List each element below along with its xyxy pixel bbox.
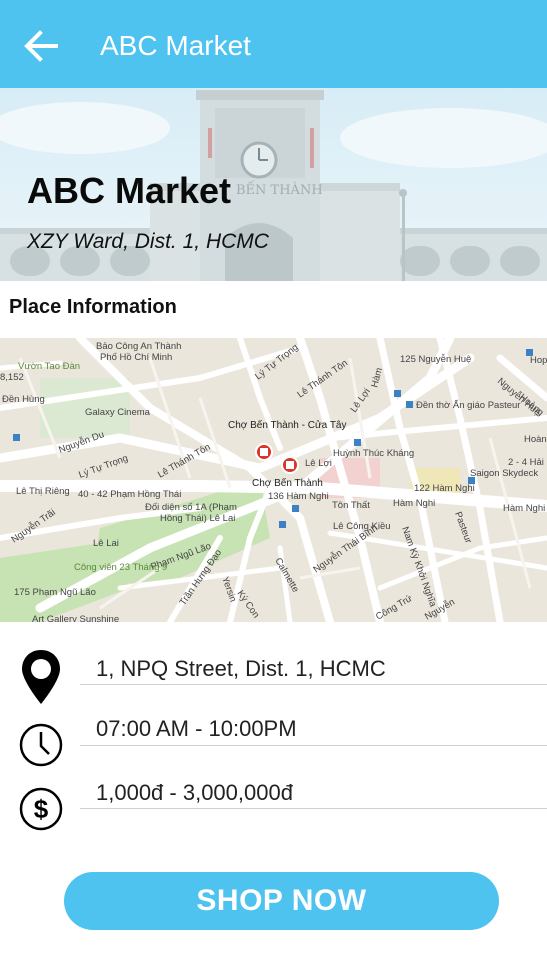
map-label: Art Gallery Sunshine: [32, 614, 119, 622]
map-label: Galaxy Cinema: [85, 407, 151, 418]
map-label: 175 Phạm Ngũ Lão: [14, 587, 96, 598]
place-address: XZY Ward, Dist. 1, HCMC: [27, 230, 269, 253]
price-row: $ 1,000đ - 3,000,000đ: [0, 764, 547, 831]
dollar-icon: $: [19, 787, 63, 831]
app-bar: ABC Market: [0, 0, 547, 88]
map-pin-icon: [22, 650, 60, 704]
divider: [80, 808, 547, 809]
map-marker-icon[interactable]: [281, 456, 299, 474]
hours-row: 07:00 AM - 10:00PM: [0, 702, 547, 767]
map-label: 125 Nguyễn Huệ: [400, 354, 471, 365]
hours-text: 07:00 AM - 10:00PM: [96, 716, 297, 741]
map-label: Ký Con: [235, 588, 262, 620]
map-label: 8,152: [0, 372, 24, 383]
map-label: Phố Hồ Chí Minh: [100, 352, 172, 363]
app-bar-title: ABC Market: [100, 30, 251, 61]
section-title: Place Information: [9, 296, 177, 318]
address-row: 1, NPQ Street, Dist. 1, HCMC: [0, 640, 547, 704]
svg-text:$: $: [34, 794, 49, 824]
map-label: Lê Lai: [93, 538, 119, 549]
back-button[interactable]: [22, 28, 60, 64]
map-label: Nguyễn Trãi: [9, 507, 57, 545]
map-label: Lý Tự Trọng: [77, 453, 129, 481]
price-text: 1,000đ - 3,000,000đ: [96, 780, 293, 805]
map-label: 122 Hàm Nghi: [414, 483, 475, 494]
map-label: Bảo Công An Thành: [96, 341, 181, 352]
divider: [80, 684, 547, 685]
clock-icon: [19, 723, 63, 767]
map-label: Hàm: [369, 366, 385, 388]
map-label: Công viên 23 Tháng 9: [74, 562, 167, 573]
map-label: 2 - 4 Hải: [508, 457, 544, 468]
address-text: 1, NPQ Street, Dist. 1, HCMC: [96, 656, 386, 681]
map-label: Lê Thị Riêng: [16, 486, 70, 497]
map-label: Đền thờ Ấn giáo Pasteur: [416, 400, 520, 411]
map-marker-icon[interactable]: [255, 443, 273, 461]
map-label: 40 - 42 Phạm Hồng Thái: [78, 489, 181, 500]
map-label: Hàm Nghi: [503, 503, 545, 514]
map-label: Lê Lợi: [305, 458, 332, 469]
map-label: Tôn Thất: [332, 500, 370, 511]
map-label: 136 Hàm Nghi: [268, 491, 329, 502]
map-label: Đền Hùng: [2, 394, 45, 405]
map-label: Đối diện số 1A (Phạm: [145, 502, 237, 513]
map-canvas: Bảo Công An Thành Phố Hồ Chí Minh Vườn T…: [0, 338, 547, 622]
map-label: Huỳnh Thúc Kháng: [333, 448, 414, 459]
map-label: Hoàng: [524, 434, 547, 445]
divider: [80, 745, 547, 746]
map-label: Pasteur: [452, 510, 474, 545]
arrow-left-icon: [24, 30, 58, 62]
map-view[interactable]: Bảo Công An Thành Phố Hồ Chí Minh Vườn T…: [0, 338, 547, 622]
map-label: Chợ Bến Thành - Cửa Tây: [228, 419, 347, 431]
place-name: ABC Market: [27, 170, 232, 211]
map-label: Saigon Skydeck: [470, 468, 538, 479]
map-label: Vườn Tao Đàn: [18, 361, 80, 372]
map-label: Lê Lợi: [348, 386, 372, 414]
map-label: Yersin: [219, 575, 238, 603]
map-label: Hàm Nghi: [393, 498, 435, 509]
shop-now-button[interactable]: SHOP NOW: [64, 872, 499, 930]
map-label: Hồng Thái) Lê Lai: [160, 513, 235, 524]
map-label: Chợ Bến Thành: [252, 477, 323, 489]
map-label: Hope: [530, 355, 547, 366]
